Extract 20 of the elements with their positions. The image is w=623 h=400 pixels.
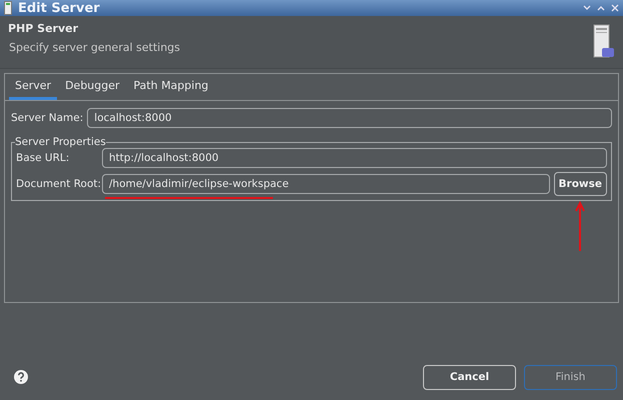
server-icon — [4, 1, 12, 15]
maximize-icon[interactable] — [597, 5, 605, 11]
tab[interactable]: Path Mapping — [128, 74, 214, 100]
header-subtitle: Specify server general settings — [9, 41, 180, 54]
php-server-icon — [593, 24, 615, 60]
server-name-field[interactable]: localhost:8000 — [87, 108, 612, 128]
field-label: Document Root: — [16, 178, 98, 190]
annotation-arrow — [575, 201, 586, 251]
help-icon[interactable] — [14, 370, 28, 384]
dialog-button[interactable]: Cancel — [423, 364, 516, 390]
header-title: PHP Server — [8, 22, 80, 35]
tab[interactable]: Debugger — [59, 74, 126, 100]
tab[interactable]: Server — [9, 74, 58, 100]
text-field[interactable]: http://localhost:8000 — [102, 148, 607, 168]
group-title: Server Properties — [15, 136, 106, 148]
window-title: Edit Server — [18, 0, 101, 16]
minimize-icon[interactable] — [583, 5, 591, 11]
field-label: Base URL: — [16, 152, 70, 164]
close-icon[interactable] — [611, 4, 619, 12]
field-label: Server Name: — [11, 112, 84, 124]
